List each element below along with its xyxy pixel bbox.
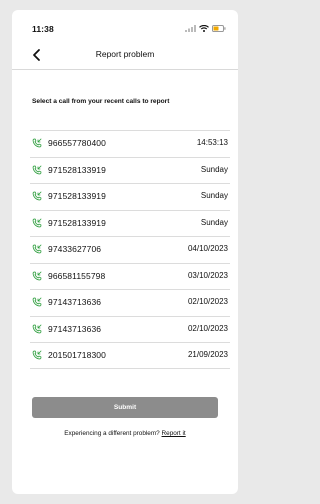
call-time: 02/10/2023	[187, 323, 228, 333]
call-number: 97143713636	[48, 297, 102, 307]
call-number: 97433627706	[48, 244, 102, 254]
call-number: 966581155798	[48, 270, 106, 281]
header-divider	[12, 69, 238, 70]
incoming-call-icon	[32, 350, 42, 360]
call-number: 97143713636	[48, 323, 102, 334]
call-time: 14:53:13	[196, 138, 228, 147]
incoming-call-icon	[32, 271, 42, 280]
call-time: Sunday	[200, 191, 228, 200]
battery-icon	[212, 24, 226, 32]
call-row[interactable]: 971528133919 Sunday	[30, 183, 230, 210]
incoming-call-icon	[32, 138, 42, 148]
page-title: Report problem	[95, 49, 155, 59]
call-row[interactable]: 97433627706 04/10/2023	[30, 236, 230, 263]
screen: 11:38 Report problem Select a call from …	[12, 10, 238, 494]
call-row[interactable]: 201501718300 21/09/2023	[30, 342, 230, 369]
incoming-call-icon	[32, 165, 42, 174]
call-time: 03/10/2023	[187, 270, 228, 280]
submit-button[interactable]: Submit	[32, 397, 218, 418]
call-time: 21/09/2023	[187, 350, 228, 359]
incoming-call-icon	[32, 191, 42, 201]
call-number: 971528133919	[48, 164, 106, 175]
call-row[interactable]: 966557780400 14:53:13	[30, 130, 230, 157]
status-icons	[185, 24, 226, 32]
call-time: 04/10/2023	[187, 244, 228, 253]
status-bar: 11:38	[12, 10, 238, 34]
wifi-icon	[199, 24, 209, 32]
recent-calls-list: 966557780400 14:53:13 971528133919 Sunday 97…	[30, 130, 230, 369]
incoming-call-icon	[32, 218, 42, 227]
report-it-link[interactable]: Report it	[162, 430, 186, 437]
status-time: 11:38	[32, 24, 54, 34]
call-number: 971528133919	[48, 217, 106, 228]
call-row[interactable]: 971528133919 Sunday	[30, 156, 230, 184]
nav-header: Report problem	[12, 44, 238, 66]
call-time: 02/10/2023	[187, 297, 228, 306]
incoming-call-icon	[32, 244, 42, 254]
incoming-call-icon	[32, 324, 42, 333]
call-row[interactable]: 97143713636 02/10/2023	[30, 315, 230, 343]
call-row[interactable]: 97143713636 02/10/2023	[30, 289, 230, 316]
call-time: Sunday	[200, 164, 228, 174]
call-row[interactable]: 966581155798 03/10/2023	[30, 262, 230, 290]
call-time: Sunday	[200, 217, 228, 227]
call-number: 966557780400	[48, 138, 106, 148]
call-number: 201501718300	[48, 350, 106, 360]
instruction-text: Select a call from your recent calls to …	[32, 98, 170, 105]
footer-text: Experiencing a different problem?	[64, 430, 160, 437]
incoming-call-icon	[32, 297, 42, 307]
footer: Experiencing a different problem? Report…	[12, 430, 238, 437]
signal-icon	[185, 24, 196, 32]
call-number: 971528133919	[48, 191, 106, 201]
call-row[interactable]: 971528133919 Sunday	[30, 209, 230, 237]
